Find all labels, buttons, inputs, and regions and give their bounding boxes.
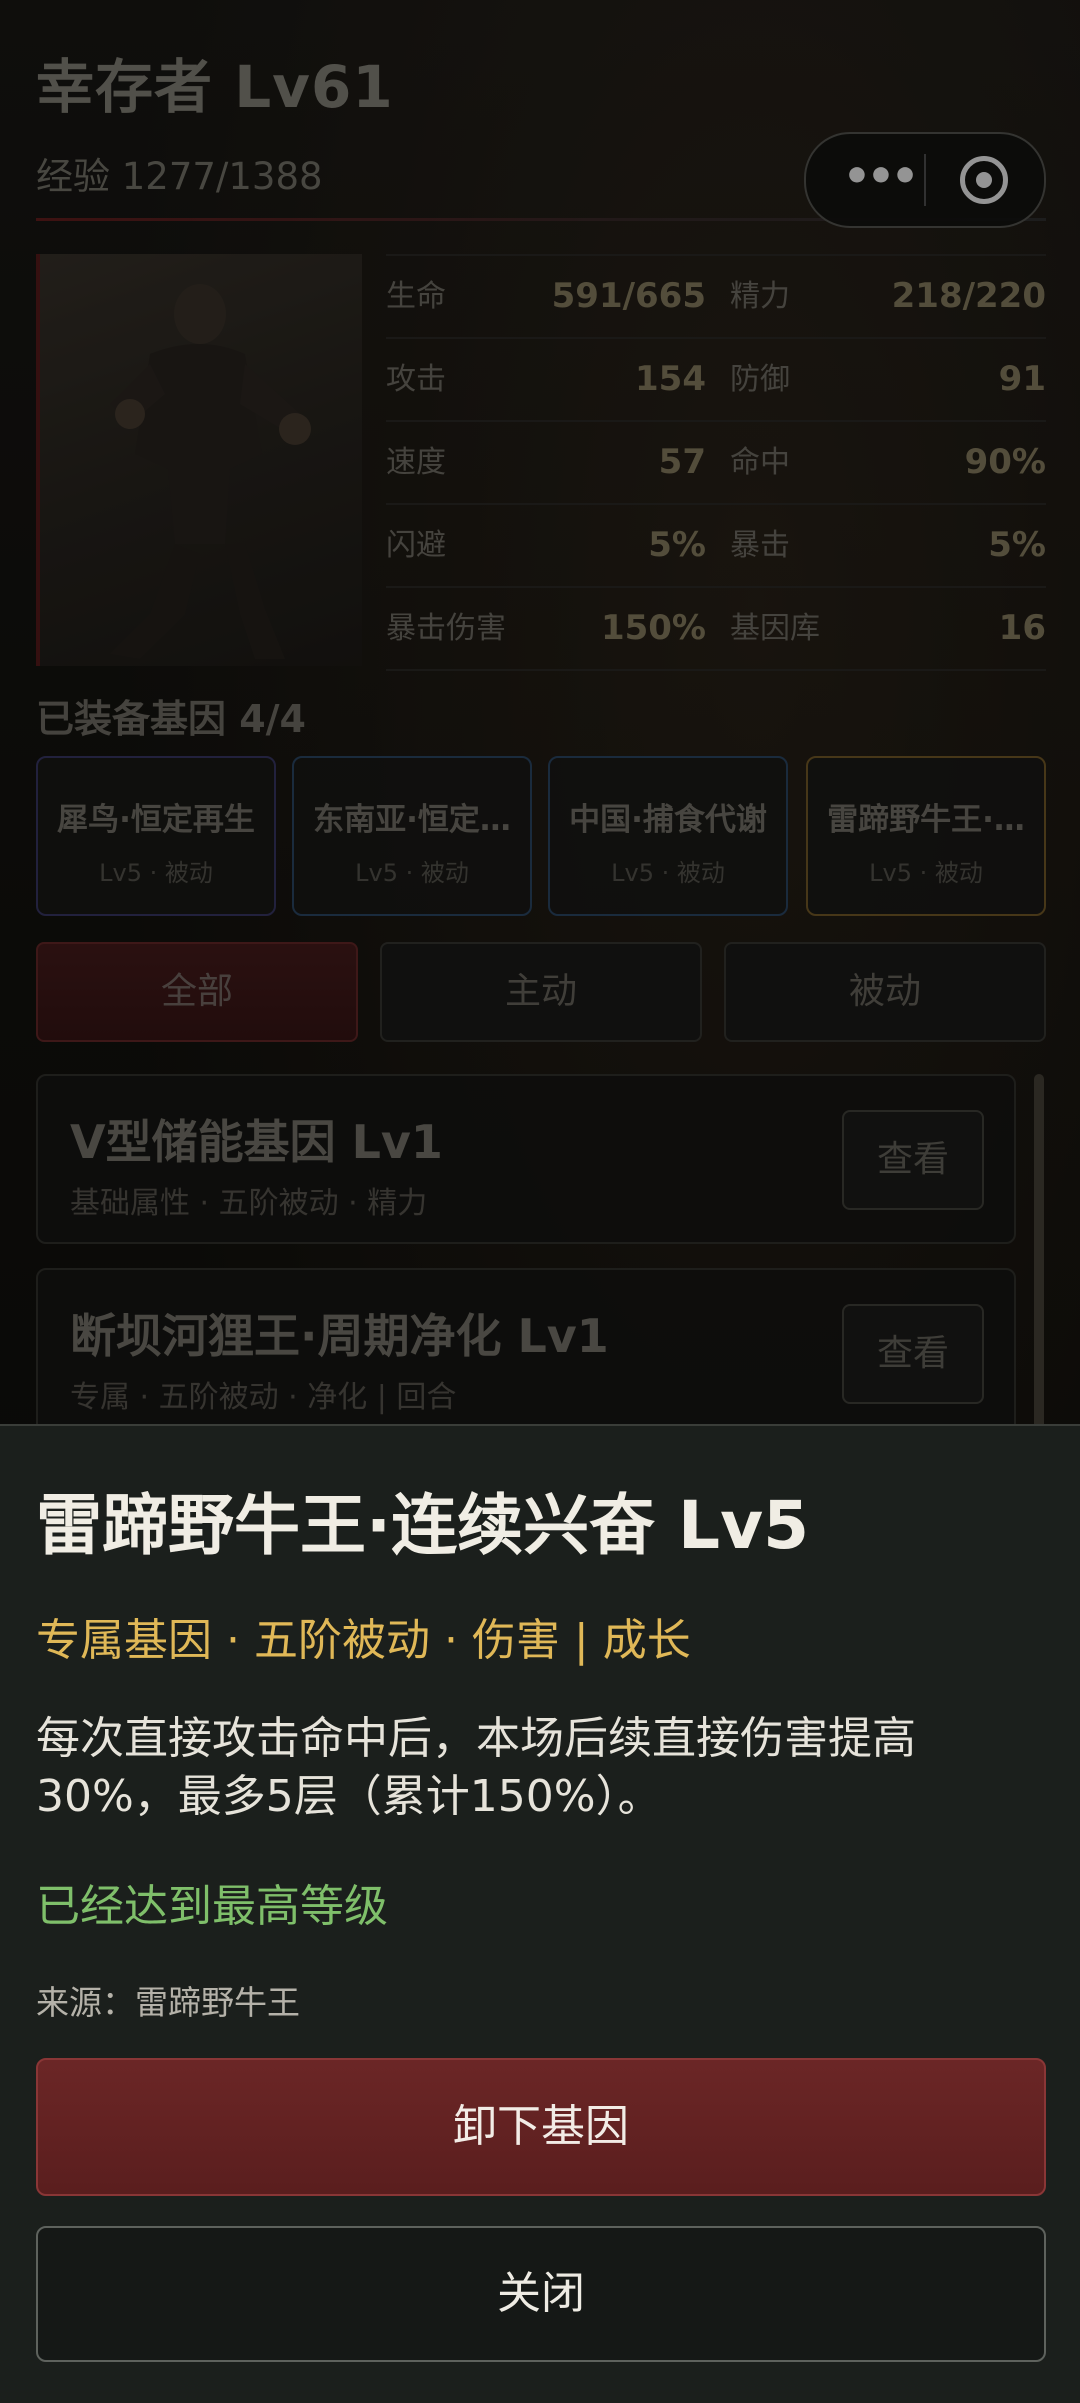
stat-value: 5% (648, 525, 706, 565)
gene-detail-description: 每次直接攻击命中后，本场后续直接伤害提高30%，最多5层（累计150%）。 (36, 1713, 916, 1822)
stat-label: 防御 (730, 362, 790, 397)
stat-label: 精力 (730, 279, 790, 314)
equipped-gene-slot[interactable]: 东南亚·恒定… Lv5 · 被动 (292, 756, 532, 916)
stat-row: 闪避 5% 暴击 5% (386, 503, 1046, 586)
stat-value: 154 (635, 359, 706, 399)
screen: 幸存者 Lv61 经验 1277/1388 ••• 生命 591/665 精力 … (0, 0, 1080, 2403)
exp-label: 经验 1277/1388 (36, 155, 323, 198)
filter-all-button[interactable]: 全部 (36, 942, 358, 1042)
stat-label: 暴击 (730, 528, 790, 563)
stat-row: 攻击 154 防御 91 (386, 337, 1046, 420)
page-title: 幸存者 Lv61 (36, 53, 394, 121)
stats-table: 生命 591/665 精力 218/220 攻击 154 防御 91 速度 57… (386, 254, 1046, 671)
gene-slot-sub: Lv5 · 被动 (869, 859, 983, 887)
view-button[interactable]: 查看 (842, 1110, 984, 1210)
survivor-figure-icon (110, 284, 311, 659)
stat-value: 91 (998, 359, 1046, 399)
stat-value: 591/665 (551, 276, 706, 316)
stat-value: 90% (964, 442, 1046, 482)
stat-label: 命中 (730, 445, 790, 480)
stat-row: 生命 591/665 精力 218/220 (386, 254, 1046, 337)
equipped-genes-title: 已装备基因 4/4 (36, 697, 306, 741)
more-dots-icon[interactable]: ••• (834, 134, 924, 226)
gene-slot-name: 东南亚·恒定… (313, 802, 511, 838)
stat-value: 150% (600, 608, 706, 648)
gene-subtitle: 专属 · 五阶被动 · 净化 | 回合 (70, 1380, 457, 1415)
filter-passive-button[interactable]: 被动 (724, 942, 1046, 1042)
stat-label: 攻击 (386, 362, 446, 397)
gene-title: 断坝河狸王·周期净化 Lv1 (70, 1309, 609, 1363)
gene-slot-name: 雷蹄野牛王·… (827, 802, 1025, 838)
gene-detail-title: 雷蹄野牛王·连续兴奋 Lv5 (36, 1487, 810, 1564)
capsule-divider (924, 154, 926, 206)
stat-label: 闪避 (386, 528, 446, 563)
stat-label: 生命 (386, 279, 446, 314)
gene-subtitle: 基础属性 · 五阶被动 · 精力 (70, 1186, 428, 1221)
gene-slot-sub: Lv5 · 被动 (611, 859, 725, 887)
stat-value: 16 (998, 608, 1046, 648)
stat-value: 5% (988, 525, 1046, 565)
gene-list-item[interactable]: V型储能基因 Lv1 基础属性 · 五阶被动 · 精力 查看 (36, 1074, 1016, 1244)
equipped-gene-slot[interactable]: 中国·捕食代谢 Lv5 · 被动 (548, 756, 788, 916)
stat-value: 218/220 (891, 276, 1046, 316)
stat-row: 暴击伤害 150% 基因库 16 (386, 586, 1046, 671)
stat-row: 速度 57 命中 90% (386, 420, 1046, 503)
character-portrait (36, 254, 362, 666)
gene-list-item[interactable]: 断坝河狸王·周期净化 Lv1 专属 · 五阶被动 · 净化 | 回合 查看 (36, 1268, 1016, 1438)
close-button[interactable]: 关闭 (36, 2226, 1046, 2362)
list-scrollbar[interactable] (1034, 1074, 1044, 1434)
filter-active-button[interactable]: 主动 (380, 942, 702, 1042)
gene-detail-sheet: 雷蹄野牛王·连续兴奋 Lv5 专属基因 · 五阶被动 · 伤害 | 成长 每次直… (0, 1424, 1080, 2403)
max-level-notice: 已经达到最高等级 (36, 1881, 388, 1932)
target-circle-icon[interactable] (960, 156, 1008, 204)
view-button[interactable]: 查看 (842, 1304, 984, 1404)
stat-label: 暴击伤害 (386, 611, 506, 646)
gene-slot-sub: Lv5 · 被动 (355, 859, 469, 887)
gene-detail-tags: 专属基因 · 五阶被动 · 伤害 | 成长 (36, 1615, 691, 1666)
unequip-gene-button[interactable]: 卸下基因 (36, 2058, 1046, 2196)
gene-source: 来源：雷蹄野牛王 (36, 1983, 300, 2022)
gene-title: V型储能基因 Lv1 (70, 1115, 443, 1169)
gene-slot-name: 犀鸟·恒定再生 (57, 802, 255, 838)
equipped-gene-slot[interactable]: 雷蹄野牛王·… Lv5 · 被动 (806, 756, 1046, 916)
stat-value: 57 (658, 442, 706, 482)
stat-label: 速度 (386, 445, 446, 480)
gene-slot-sub: Lv5 · 被动 (99, 859, 213, 887)
miniprogram-capsule: ••• (804, 132, 1046, 228)
stat-label: 基因库 (730, 611, 820, 646)
equipped-gene-slot[interactable]: 犀鸟·恒定再生 Lv5 · 被动 (36, 756, 276, 916)
gene-slot-name: 中国·捕食代谢 (569, 802, 767, 838)
